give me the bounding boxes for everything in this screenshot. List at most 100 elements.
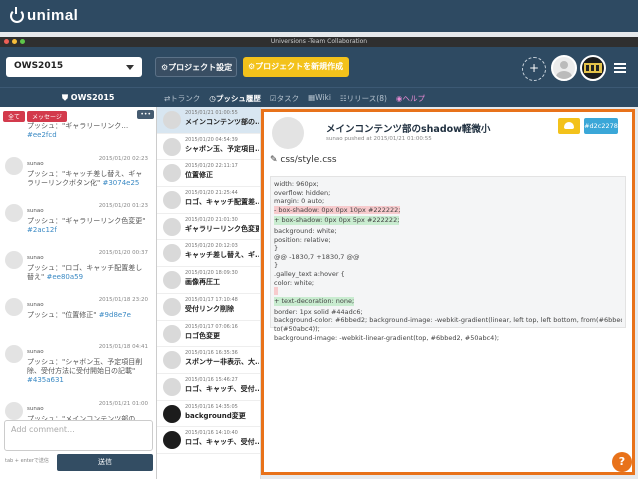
- table-row[interactable]: 2015/01/16 14:35:05 background変更: [157, 401, 260, 428]
- tab-trunk[interactable]: ⇄トランク: [164, 93, 200, 104]
- commit-title: メインコンテンツ部の...: [185, 118, 259, 126]
- chat-text-body: プッシュ："シャボン玉、予定項目削除、受付方法に受付開始日の記載": [27, 358, 143, 375]
- avatar: [163, 297, 181, 316]
- avatar: [272, 117, 304, 149]
- nav-bar: ⛊ OWS2015 ⇄トランク ◷プッシュ履歴 ☑タスク ▦Wiki ☷リリース…: [0, 87, 638, 107]
- table-row[interactable]: 2015/01/17 17:10:48 受付リンク削除: [157, 294, 260, 321]
- brand-logo: unimal: [10, 6, 78, 24]
- commit-date: 2015/01/20 21:01:30: [185, 216, 238, 223]
- send-button[interactable]: 送信: [57, 454, 153, 471]
- commit-detail-panel: メインコンテンツ部のshadow軽微小 sunao pushed at 2015…: [261, 109, 635, 475]
- window-title: Universions -Team Collaboration: [270, 38, 368, 45]
- tab-wiki[interactable]: ▦Wiki: [308, 93, 331, 104]
- code-line: color: white;: [274, 278, 315, 287]
- table-row[interactable]: 2015/01/20 21:01:30 ギャラリーリンク色変更: [157, 214, 260, 241]
- power-icon: [10, 6, 24, 23]
- chat-text: プッシュ："シャボン玉、予定項目削除、受付方法に受付開始日の記載" #435a6…: [27, 358, 148, 385]
- add-member-icon[interactable]: +: [522, 57, 546, 81]
- commit-hash-link[interactable]: #2ac12f: [27, 226, 57, 234]
- window-titlebar: Universions -Team Collaboration: [0, 37, 638, 47]
- commit-hash-badge[interactable]: #d2c2278: [584, 118, 618, 134]
- project-select[interactable]: OWS2015: [6, 57, 142, 77]
- send-hint: tab + enterで送信: [5, 458, 49, 464]
- avatar: [163, 111, 181, 129]
- chat-text-body: プッシュ："位置修正": [27, 311, 97, 319]
- table-row[interactable]: 2015/01/17 07:06:16 ロゴ色変更: [157, 321, 260, 348]
- code-line: .galley_text a:hover {: [274, 269, 345, 278]
- code-line-added: + box-shadow: 0px 0px 5px #222222;: [274, 216, 400, 225]
- avatar: [5, 298, 23, 316]
- commit-title: ロゴ、キャッチ、受付...: [185, 438, 259, 447]
- chat-text: プッシュ："キャッチ差し替え、ギャラリーリンクボタン化" #3074e25: [27, 170, 148, 188]
- commit-date: 2015/01/16 14:10:40: [185, 430, 238, 437]
- commit-hash-link[interactable]: #9d8e7e: [99, 311, 131, 319]
- commit-title: 受付リンク削除: [185, 304, 234, 313]
- nav-project-title: ⛊ OWS2015: [62, 93, 115, 102]
- comment-input[interactable]: Add comment...: [4, 420, 153, 451]
- code-line-deleted: - box-shadow: 0px 0px 10px #222222;: [274, 205, 401, 215]
- activity-list[interactable]: プッシュ："ギャラリーリンク… #ee2fcd 2015/01/20 02:23…: [0, 118, 156, 423]
- list-item: 2015/01/18 23:20 sunao プッシュ："位置修正" #9d8e…: [0, 294, 156, 341]
- commit-date: 2015/01/17 17:10:48: [185, 296, 238, 303]
- chat-text: プッシュ："ロゴ、キャッチ配置差し替え" #ee80a59: [27, 264, 148, 282]
- user-avatar[interactable]: [551, 55, 577, 81]
- table-row[interactable]: 2015/01/16 16:35:36 スポンサー非表示、大...: [157, 347, 260, 374]
- commit-hash-link[interactable]: #ee2f: [27, 131, 48, 139]
- avatar: [163, 431, 181, 450]
- commit-date: 2015/01/16 15:46:27: [185, 376, 238, 383]
- nav-tabs: ⇄トランク ◷プッシュ履歴 ☑タスク ▦Wiki ☷リリース(8) ◉ヘルプ: [164, 93, 425, 104]
- activity-panel: 全て メッセージ ••• プッシュ："ギャラリーリンク… #ee2fcd 201…: [0, 107, 157, 479]
- commit-detail-title: メインコンテンツ部のshadow軽微小: [326, 124, 491, 135]
- code-line: border: 1px solid #44adc6;: [274, 307, 363, 316]
- tab-help[interactable]: ◉ヘルプ: [396, 93, 425, 104]
- brand-bar: unimal: [0, 0, 638, 32]
- avatar: [5, 157, 23, 175]
- commit-date: 2015/01/20 21:25:44: [185, 190, 238, 197]
- new-project-button[interactable]: ⚙プロジェクトを新規作成: [243, 57, 349, 77]
- table-row[interactable]: 2015/01/21 01:00:55 メインコンテンツ部の...: [157, 107, 260, 134]
- table-row[interactable]: 2015/01/16 14:10:40 ロゴ、キャッチ、受付...: [157, 427, 260, 454]
- tab-push-history[interactable]: ◷プッシュ履歴: [209, 93, 261, 104]
- avatar: [163, 217, 181, 236]
- commit-title: シャボン玉、予定項目...: [185, 144, 259, 153]
- help-button[interactable]: ?: [612, 452, 632, 472]
- member-avatar-art-icon: [584, 63, 602, 73]
- commit-date: 2015/01/16 14:35:05: [185, 403, 238, 410]
- commit-date: 2015/01/17 07:06:16: [185, 323, 238, 330]
- table-row[interactable]: 2015/01/20 20:12:03 キャッチ差し替え、ギ...: [157, 240, 260, 268]
- chat-text-body: プッシュ："ロゴ、キャッチ配置差し替え": [27, 264, 143, 281]
- chevron-down-icon: [126, 65, 134, 70]
- code-line: background: white;: [274, 226, 337, 235]
- commit-date: 2015/01/20 22:11:17: [185, 163, 238, 170]
- table-row[interactable]: 2015/01/20 18:09:30 画像再圧工: [157, 267, 260, 294]
- code-line: margin: 0 auto;: [274, 197, 325, 206]
- commit-date: 2015/01/20 20:12:03: [185, 243, 238, 250]
- commit-title: 画像再圧工: [185, 278, 220, 287]
- table-row[interactable]: 2015/01/16 15:46:27 ロゴ、キャッチ、受付...: [157, 374, 260, 401]
- diff-file-header: ✎ css/style.css: [270, 155, 337, 165]
- chat-text-body: プッシュ："ギャラリーリンク…: [27, 122, 129, 130]
- tab-releases[interactable]: ☷リリース(8): [340, 93, 387, 104]
- commit-list[interactable]: 2015/01/21 01:00:55 メインコンテンツ部の... 2015/01…: [157, 107, 261, 479]
- avatar: [163, 244, 181, 263]
- table-row[interactable]: 2015/01/20 22:11:17 位置修正: [157, 160, 260, 188]
- download-cloud-icon[interactable]: [558, 118, 580, 134]
- tab-tasks[interactable]: ☑タスク: [270, 93, 299, 104]
- code-line: }: [274, 261, 279, 270]
- hamburger-menu-icon[interactable]: [614, 63, 626, 73]
- table-row[interactable]: 2015/01/20 04:54:39 シャボン玉、予定項目...: [157, 134, 260, 161]
- table-row[interactable]: 2015/01/20 21:25:44 ロゴ、キャッチ配置差...: [157, 187, 260, 214]
- chat-text: プッシュ："ギャラリーリンク… #ee2fcd: [27, 122, 148, 140]
- commit-hash-link[interactable]: #435a631: [27, 376, 64, 384]
- code-line: }: [274, 244, 279, 253]
- project-settings-button[interactable]: ⚙プロジェクト設定: [155, 57, 237, 77]
- commit-title: ロゴ、キャッチ配置差...: [185, 198, 259, 207]
- commit-hash-link[interactable]: #3074e25: [102, 179, 139, 187]
- user-silhouette-icon: [556, 61, 572, 79]
- avatar: [163, 404, 181, 423]
- member-avatar[interactable]: [580, 55, 606, 81]
- commit-hash-link[interactable]: #ee80a59: [46, 273, 83, 281]
- code-line: @@ -1830,7 +1830,7 @@: [274, 252, 360, 261]
- commit-hash-tail: cd: [48, 131, 57, 139]
- commit-title: 位置修正: [185, 171, 213, 180]
